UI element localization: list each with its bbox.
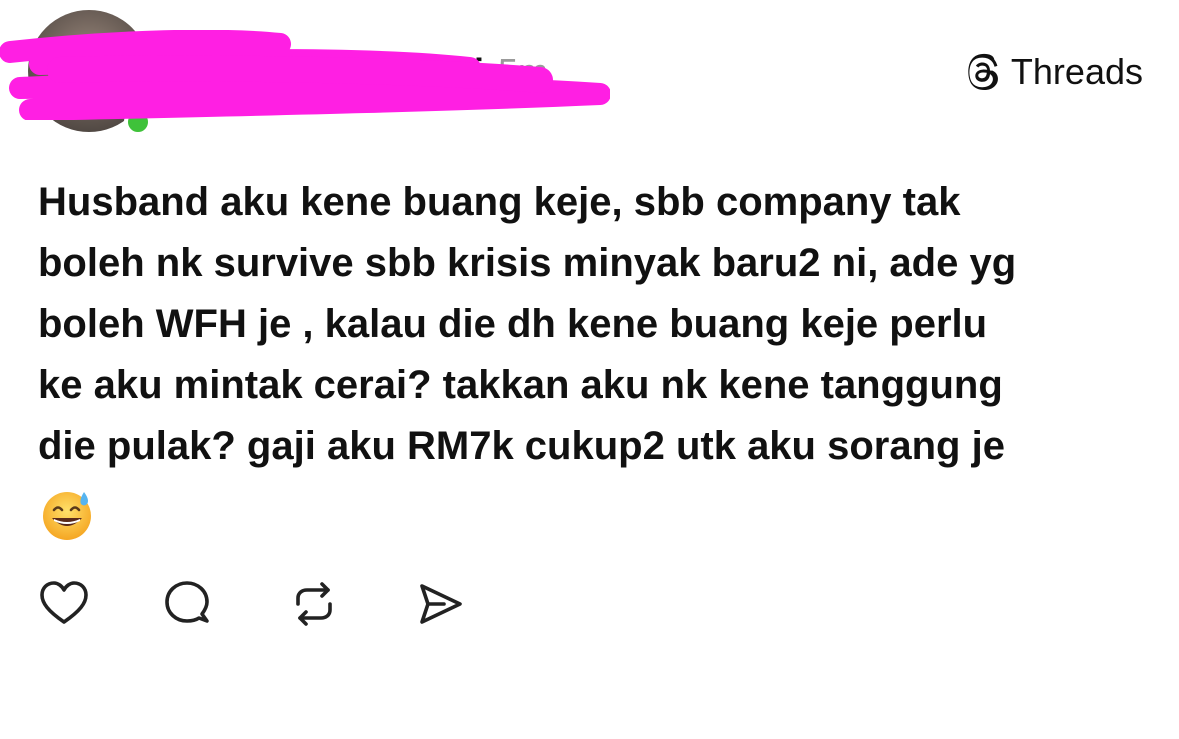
repost-icon <box>296 582 332 626</box>
threads-brand[interactable]: Threads <box>963 52 1143 92</box>
grinning-face-with-sweat-icon <box>43 492 91 540</box>
post-text-line: boleh nk survive sbb krisis minyak baru2… <box>38 241 1017 285</box>
brand-label: Threads <box>1010 51 1143 92</box>
repost-button[interactable] <box>288 578 340 630</box>
like-button[interactable] <box>38 578 90 630</box>
threads-logo-icon <box>968 53 998 90</box>
post-text-line: Husband aku kene buang keje, sbb company… <box>38 180 961 224</box>
heart-icon <box>40 581 88 624</box>
post-body: Husband aku kene buang keje, sbb company… <box>38 172 1148 477</box>
post-actions <box>38 578 466 630</box>
comment-icon <box>165 581 209 623</box>
share-icon <box>420 584 462 624</box>
post-text-line: boleh WFH je , kalau die dh kene buang k… <box>38 302 988 346</box>
redaction-scribble <box>0 30 610 120</box>
share-button[interactable] <box>414 578 466 630</box>
comment-button[interactable] <box>162 578 214 630</box>
post-text-line: die pulak? gaji aku RM7k cukup2 utk aku … <box>38 424 1005 468</box>
post-text-line: ke aku mintak cerai? takkan aku nk kene … <box>38 363 1003 407</box>
threads-post: riii 5m Threads Husband aku kene buang k… <box>0 0 1179 739</box>
